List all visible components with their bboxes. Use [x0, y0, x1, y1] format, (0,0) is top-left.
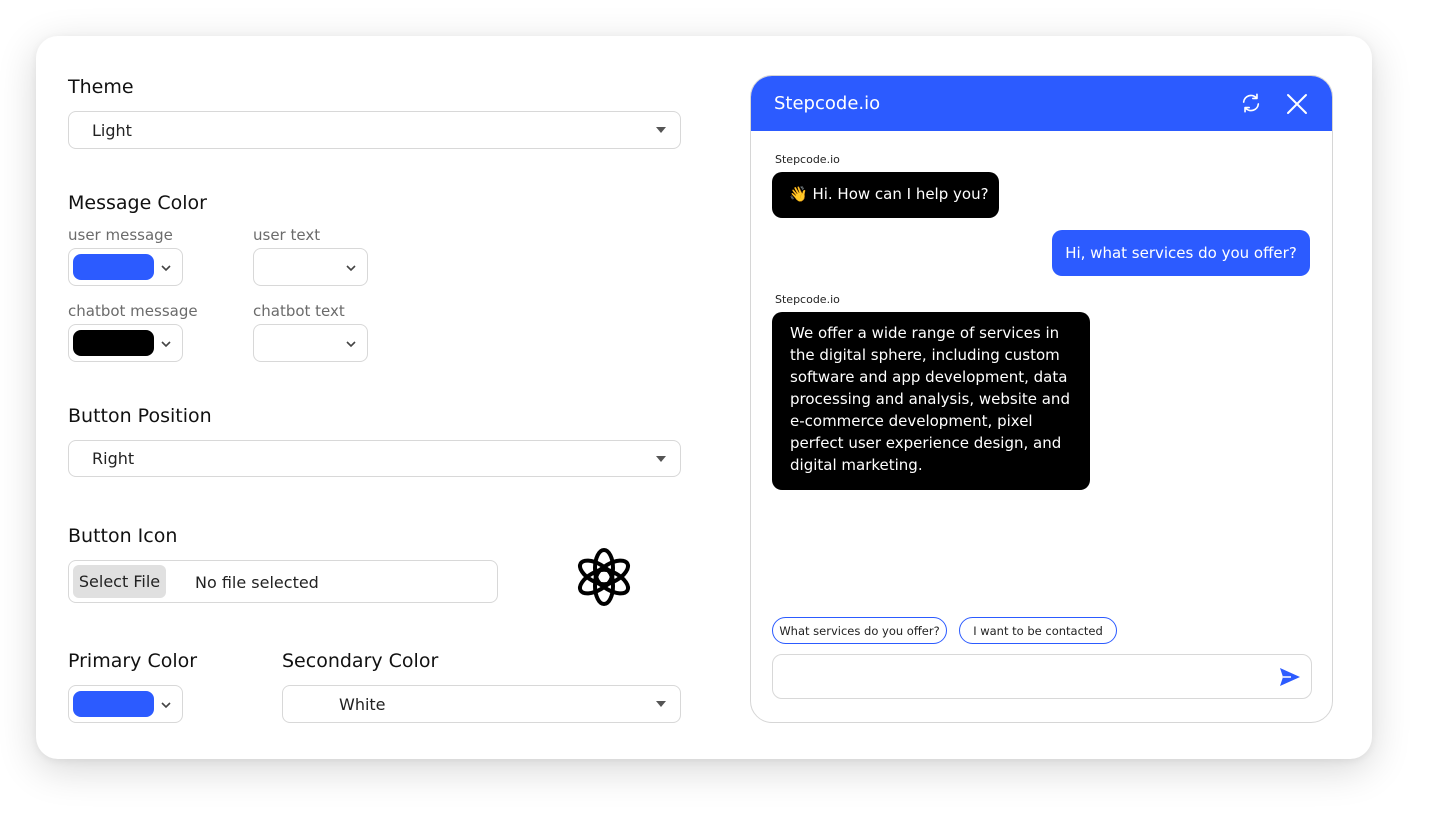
button-position-value: Right [92, 449, 135, 468]
theme-label: Theme [68, 76, 134, 98]
button-icon-label: Button Icon [68, 525, 178, 547]
chevron-down-icon [161, 341, 171, 348]
suggestion-chip[interactable]: What services do you offer? [772, 617, 947, 644]
chevron-down-icon [346, 341, 356, 348]
primary-color-picker[interactable] [68, 685, 183, 723]
user-message-bubble: Hi, what services do you offer? [1052, 230, 1310, 276]
button-position-select[interactable]: Right [68, 440, 681, 477]
bot-message-bubble: 👋 Hi. How can I help you? [772, 172, 999, 218]
settings-card: Theme Light Message Color user message u… [36, 36, 1372, 759]
send-icon[interactable] [1278, 666, 1302, 688]
chat-title: Stepcode.io [774, 93, 881, 114]
refresh-icon[interactable] [1240, 92, 1262, 114]
user-message-color-picker[interactable] [68, 248, 183, 286]
chatbot-message-swatch [73, 330, 154, 356]
theme-select[interactable]: Light [68, 111, 681, 149]
caret-down-icon [656, 127, 666, 133]
button-position-label: Button Position [68, 405, 212, 427]
secondary-color-value: White [339, 694, 386, 714]
caret-down-icon [656, 701, 666, 707]
chatbot-text-label: chatbot text [253, 302, 345, 320]
close-icon[interactable] [1286, 93, 1308, 115]
chat-input[interactable] [772, 654, 1312, 699]
select-file-button[interactable]: Select File [73, 565, 166, 598]
suggestion-chip[interactable]: I want to be contacted [959, 617, 1117, 644]
chatbot-message-color-picker[interactable] [68, 324, 183, 362]
user-text-color-picker[interactable] [253, 248, 368, 286]
chevron-down-icon [161, 265, 171, 272]
primary-color-label: Primary Color [68, 650, 198, 672]
chevron-down-icon [346, 265, 356, 272]
secondary-color-label: Secondary Color [282, 650, 439, 672]
chevron-down-icon [161, 702, 171, 709]
primary-color-swatch [73, 691, 154, 717]
message-sender: Stepcode.io [775, 153, 840, 166]
user-message-swatch [73, 254, 154, 280]
user-text-label: user text [253, 226, 321, 244]
chat-header: Stepcode.io [751, 76, 1332, 131]
chat-window: Stepcode.io Stepcode.io 👋 Hi. How can I … [750, 75, 1333, 723]
openai-logo-icon [577, 548, 631, 606]
chatbot-message-label: chatbot message [68, 302, 198, 320]
message-sender: Stepcode.io [775, 293, 840, 306]
bot-message-bubble: We offer a wide range of services in the… [772, 312, 1090, 490]
chatbot-text-color-picker[interactable] [253, 324, 368, 362]
theme-select-value: Light [92, 120, 132, 140]
file-status: No file selected [195, 573, 319, 592]
file-input[interactable]: Select File No file selected [68, 560, 498, 603]
caret-down-icon [656, 455, 666, 462]
message-color-label: Message Color [68, 192, 207, 214]
user-message-label: user message [68, 226, 173, 244]
secondary-color-select[interactable]: White [282, 685, 681, 723]
